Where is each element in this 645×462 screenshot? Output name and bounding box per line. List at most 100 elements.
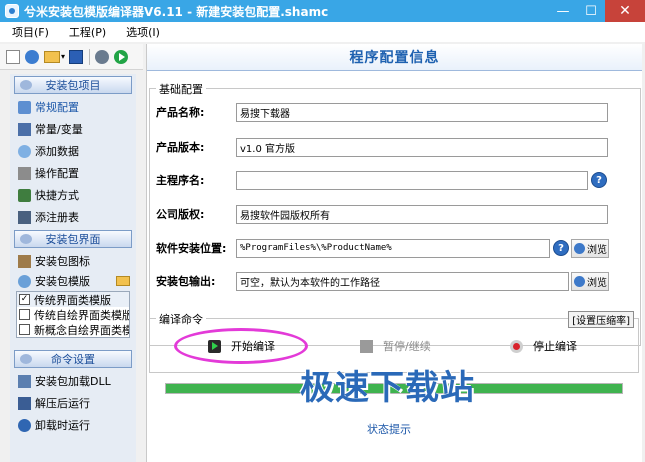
template-label: 新概念自绘界面类模版 <box>34 323 129 337</box>
product-version-label: 产品版本: <box>156 141 205 154</box>
browse-icon <box>574 242 585 254</box>
sidebar-item-label: 操作配置 <box>35 167 79 180</box>
maximize-button[interactable]: ☐ <box>577 0 605 22</box>
sidebar-item-registry[interactable]: 添注册表 <box>10 206 136 228</box>
row-product-version: 产品版本: v1.0 官方版 <box>156 137 608 157</box>
row-copyright: 公司版权: 易搜软件园版权所有 <box>156 204 608 224</box>
operations-icon <box>18 166 31 180</box>
section-title: 命令设置 <box>51 353 95 366</box>
sidebar-item-label: 添注册表 <box>35 211 79 224</box>
menu-engineering[interactable]: 工程(P) <box>69 24 106 40</box>
install-path-input[interactable]: %ProgramFiles%\%ProductName% <box>236 238 550 258</box>
browse-label: 浏览 <box>587 244 607 256</box>
sidebar-item-label: 卸载时运行 <box>35 419 90 432</box>
pause-resume-label: 暂停/继续 <box>383 340 431 353</box>
template-icon <box>18 274 31 288</box>
sidebar: 安装包项目 常规配置 常量/变量 添加数据 操作配置 快捷方式 添注册表 安装包… <box>10 74 136 462</box>
main-program-label: 主程序名: <box>156 174 205 187</box>
start-compile-button[interactable]: 开始编译 <box>208 337 275 355</box>
section-head-interface[interactable]: 安装包界面 <box>14 230 132 248</box>
window-title: 兮米安装包模版编译器V6.11 - 新建安装包配置.shamc <box>24 4 329 19</box>
close-button[interactable]: ✕ <box>605 0 645 22</box>
sidebar-item-label: 安装包加载DLL <box>35 375 111 388</box>
package-icon <box>18 254 31 268</box>
row-main-program: 主程序名: ? <box>156 170 607 190</box>
section-title: 安装包界面 <box>45 233 101 246</box>
sidebar-item-label: 常规配置 <box>35 101 79 114</box>
row-install-path: 软件安装位置: %ProgramFiles%\%ProductName% ? 浏… <box>156 238 609 258</box>
new-file-icon[interactable] <box>6 49 20 64</box>
product-name-input[interactable]: 易搜下载器 <box>236 102 608 122</box>
minimize-button[interactable]: — <box>549 0 577 22</box>
section-icon <box>20 234 32 244</box>
sidebar-item-label: 安装包模版 <box>35 275 90 288</box>
output-label: 安装包输出: <box>156 275 216 288</box>
row-output: 安装包输出: 可空，默认为本软件的工作路径 浏览 <box>156 271 609 291</box>
main-program-input[interactable] <box>236 170 588 190</box>
stop-compile-label: 停止编译 <box>533 340 577 353</box>
template-list: ✓ 传统界面类模版 传统自绘界面类模版 新概念自绘界面类模版 <box>16 291 130 338</box>
sidebar-item-operations[interactable]: 操作配置 <box>10 162 136 184</box>
menu-project[interactable]: 项目(F) <box>12 24 49 40</box>
group-title: 编译命令 <box>156 311 206 327</box>
install-path-label: 软件安装位置: <box>156 242 227 255</box>
save-icon[interactable] <box>69 49 84 64</box>
product-version-input[interactable]: v1.0 官方版 <box>236 137 608 157</box>
sidebar-item-label: 添加数据 <box>35 145 79 158</box>
chevron-down-icon[interactable]: ▾ <box>61 52 65 61</box>
uninstall-icon <box>18 418 31 432</box>
section-head-commands[interactable]: 命令设置 <box>14 350 132 368</box>
sidebar-item-label: 常量/变量 <box>35 123 83 136</box>
template-option[interactable]: ✓ 传统界面类模版 <box>17 292 129 307</box>
template-checkbox-checked[interactable]: ✓ <box>19 294 30 305</box>
section-head-project[interactable]: 安装包项目 <box>14 76 132 94</box>
sidebar-item-load-dll[interactable]: 安装包加载DLL <box>10 370 136 392</box>
help-icon[interactable]: ? <box>553 240 569 256</box>
open-folder-icon[interactable] <box>44 50 60 63</box>
sidebar-item-label: 快捷方式 <box>35 189 79 202</box>
browse-install-path-button[interactable]: 浏览 <box>571 238 609 258</box>
add-data-icon <box>18 144 31 158</box>
sidebar-item-template[interactable]: 安装包模版 <box>10 272 136 290</box>
sidebar-item-general[interactable]: 常规配置 <box>10 96 136 118</box>
shortcut-icon <box>18 188 31 202</box>
sidebar-item-package-icon[interactable]: 安装包图标 <box>10 250 136 272</box>
sidebar-item-variables[interactable]: 常量/变量 <box>10 118 136 140</box>
template-option[interactable]: 新概念自绘界面类模版 <box>17 322 129 337</box>
browse-output-button[interactable]: 浏览 <box>571 271 609 291</box>
compression-settings-button[interactable]: [设置压缩率] <box>568 311 634 328</box>
help-icon[interactable]: ? <box>591 172 607 188</box>
template-checkbox[interactable] <box>19 309 30 320</box>
run-icon[interactable] <box>114 49 129 64</box>
basic-config-group: 基础配置 产品名称: 易搜下载器 产品版本: v1.0 官方版 主程序名: ? … <box>149 81 641 346</box>
stop-icon <box>510 339 523 353</box>
stop-compile-button[interactable]: 停止编译 <box>510 337 577 355</box>
sidebar-item-add-data[interactable]: 添加数据 <box>10 140 136 162</box>
template-checkbox[interactable] <box>19 324 30 335</box>
sidebar-item-run-on-uninstall[interactable]: 卸载时运行 <box>10 414 136 436</box>
template-option[interactable]: 传统自绘界面类模版 <box>17 307 129 322</box>
toolbar-separator <box>89 48 91 65</box>
copyright-input[interactable]: 易搜软件园版权所有 <box>236 204 608 224</box>
build-settings-icon[interactable] <box>95 49 110 64</box>
variables-icon <box>18 122 31 136</box>
menu-options[interactable]: 选项(I) <box>126 24 160 40</box>
page-title: 程序配置信息 <box>147 44 642 71</box>
product-name-label: 产品名称: <box>156 106 205 119</box>
output-input[interactable]: 可空，默认为本软件的工作路径 <box>236 271 569 291</box>
group-title: 基础配置 <box>156 81 206 97</box>
sidebar-item-run-after-extract[interactable]: 解压后运行 <box>10 392 136 414</box>
pause-icon <box>360 339 373 353</box>
run-after-extract-icon <box>18 396 31 410</box>
template-label: 传统界面类模版 <box>34 293 111 307</box>
globe-icon[interactable] <box>25 49 39 64</box>
template-label: 传统自绘界面类模版 <box>34 308 129 322</box>
copyright-label: 公司版权: <box>156 208 205 221</box>
browse-icon <box>574 275 585 287</box>
pause-resume-button[interactable]: 暂停/继续 <box>360 337 431 355</box>
sidebar-item-shortcuts[interactable]: 快捷方式 <box>10 184 136 206</box>
sidebar-item-label: 安装包图标 <box>35 255 90 268</box>
folder-icon[interactable] <box>116 276 130 286</box>
play-icon <box>208 339 221 353</box>
app-icon <box>5 4 19 18</box>
